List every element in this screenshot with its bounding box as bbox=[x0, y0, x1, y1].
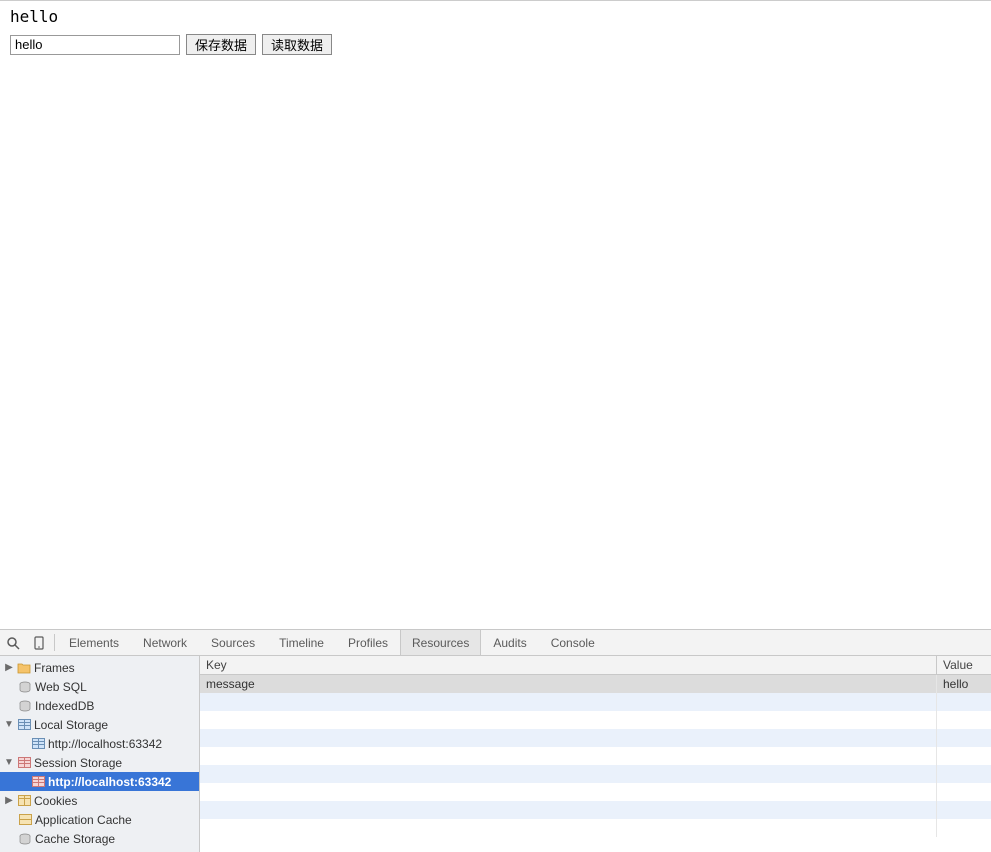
read-button[interactable]: 读取数据 bbox=[262, 34, 332, 55]
table-row[interactable] bbox=[200, 693, 991, 711]
tab-console[interactable]: Console bbox=[539, 630, 607, 655]
text-input[interactable] bbox=[10, 35, 180, 55]
tree-item-local-storage-origin[interactable]: ▶ http://localhost:63342 bbox=[0, 734, 199, 753]
devtools-tabs: Elements Network Sources Timeline Profil… bbox=[0, 630, 991, 656]
table-row[interactable]: messagehello bbox=[200, 675, 991, 693]
database-icon bbox=[18, 680, 32, 694]
search-icon[interactable] bbox=[0, 630, 26, 655]
table-row[interactable] bbox=[200, 819, 991, 837]
table-row[interactable] bbox=[200, 729, 991, 747]
column-header-key[interactable]: Key bbox=[200, 656, 937, 674]
device-icon[interactable] bbox=[26, 630, 52, 655]
table-icon bbox=[17, 718, 31, 732]
cookie-icon bbox=[17, 794, 31, 808]
tree-label: Web SQL bbox=[35, 680, 87, 694]
form-row: 保存数据 读取数据 bbox=[10, 34, 981, 55]
tree-item-indexeddb[interactable]: IndexedDB bbox=[0, 696, 199, 715]
storage-table-header: Key Value bbox=[200, 656, 991, 675]
tree-label: Cache Storage bbox=[35, 832, 115, 846]
page-viewport: hello 保存数据 读取数据 bbox=[0, 0, 991, 629]
chevron-right-icon: ▶ bbox=[4, 796, 14, 806]
tree-item-cookies[interactable]: ▶ Cookies bbox=[0, 791, 199, 810]
table-icon bbox=[17, 756, 31, 770]
tree-label: http://localhost:63342 bbox=[48, 775, 171, 789]
tree-label: Session Storage bbox=[34, 756, 122, 770]
chevron-right-icon: ▶ bbox=[4, 663, 14, 673]
table-row[interactable] bbox=[200, 711, 991, 729]
tab-resources[interactable]: Resources bbox=[400, 630, 481, 655]
storage-table-rows: messagehello bbox=[200, 675, 991, 852]
tree-label: Cookies bbox=[34, 794, 77, 808]
tree-item-frames[interactable]: ▶ Frames bbox=[0, 658, 199, 677]
tree-item-cache-storage[interactable]: Cache Storage bbox=[0, 829, 199, 848]
tree-label: http://localhost:63342 bbox=[48, 737, 162, 751]
database-icon bbox=[18, 832, 32, 846]
tree-label: Local Storage bbox=[34, 718, 108, 732]
tab-network[interactable]: Network bbox=[131, 630, 199, 655]
table-row[interactable] bbox=[200, 747, 991, 765]
table-row[interactable] bbox=[200, 783, 991, 801]
tab-audits[interactable]: Audits bbox=[481, 630, 538, 655]
cell-value: hello bbox=[937, 675, 991, 693]
tree-item-session-storage[interactable]: ▼ Session Storage bbox=[0, 753, 199, 772]
tree-item-session-storage-origin[interactable]: ▶ http://localhost:63342 bbox=[0, 772, 199, 791]
folder-icon bbox=[17, 661, 31, 675]
save-button[interactable]: 保存数据 bbox=[186, 34, 256, 55]
devtools-panel: Elements Network Sources Timeline Profil… bbox=[0, 629, 991, 852]
column-header-value[interactable]: Value bbox=[937, 656, 991, 674]
database-icon bbox=[18, 699, 32, 713]
table-icon bbox=[31, 737, 45, 751]
divider bbox=[54, 634, 55, 651]
tree-label: IndexedDB bbox=[35, 699, 94, 713]
tree-label: Application Cache bbox=[35, 813, 132, 827]
page-heading: hello bbox=[10, 7, 981, 26]
tab-timeline[interactable]: Timeline bbox=[267, 630, 336, 655]
tree-item-appcache[interactable]: Application Cache bbox=[0, 810, 199, 829]
storage-table-panel: Key Value messagehello bbox=[200, 656, 991, 852]
tab-profiles[interactable]: Profiles bbox=[336, 630, 400, 655]
resources-tree: ▶ Frames Web SQL IndexedDB ▼ bbox=[0, 656, 200, 852]
tree-item-websql[interactable]: Web SQL bbox=[0, 677, 199, 696]
tab-sources[interactable]: Sources bbox=[199, 630, 267, 655]
table-icon bbox=[31, 775, 45, 789]
cell-key: message bbox=[200, 675, 937, 693]
appcache-icon bbox=[18, 813, 32, 827]
devtools-body: ▶ Frames Web SQL IndexedDB ▼ bbox=[0, 656, 991, 852]
tree-item-local-storage[interactable]: ▼ Local Storage bbox=[0, 715, 199, 734]
tree-label: Frames bbox=[34, 661, 75, 675]
chevron-down-icon: ▼ bbox=[4, 720, 14, 730]
chevron-down-icon: ▼ bbox=[4, 758, 14, 768]
tab-elements[interactable]: Elements bbox=[57, 630, 131, 655]
table-row[interactable] bbox=[200, 801, 991, 819]
table-row[interactable] bbox=[200, 765, 991, 783]
